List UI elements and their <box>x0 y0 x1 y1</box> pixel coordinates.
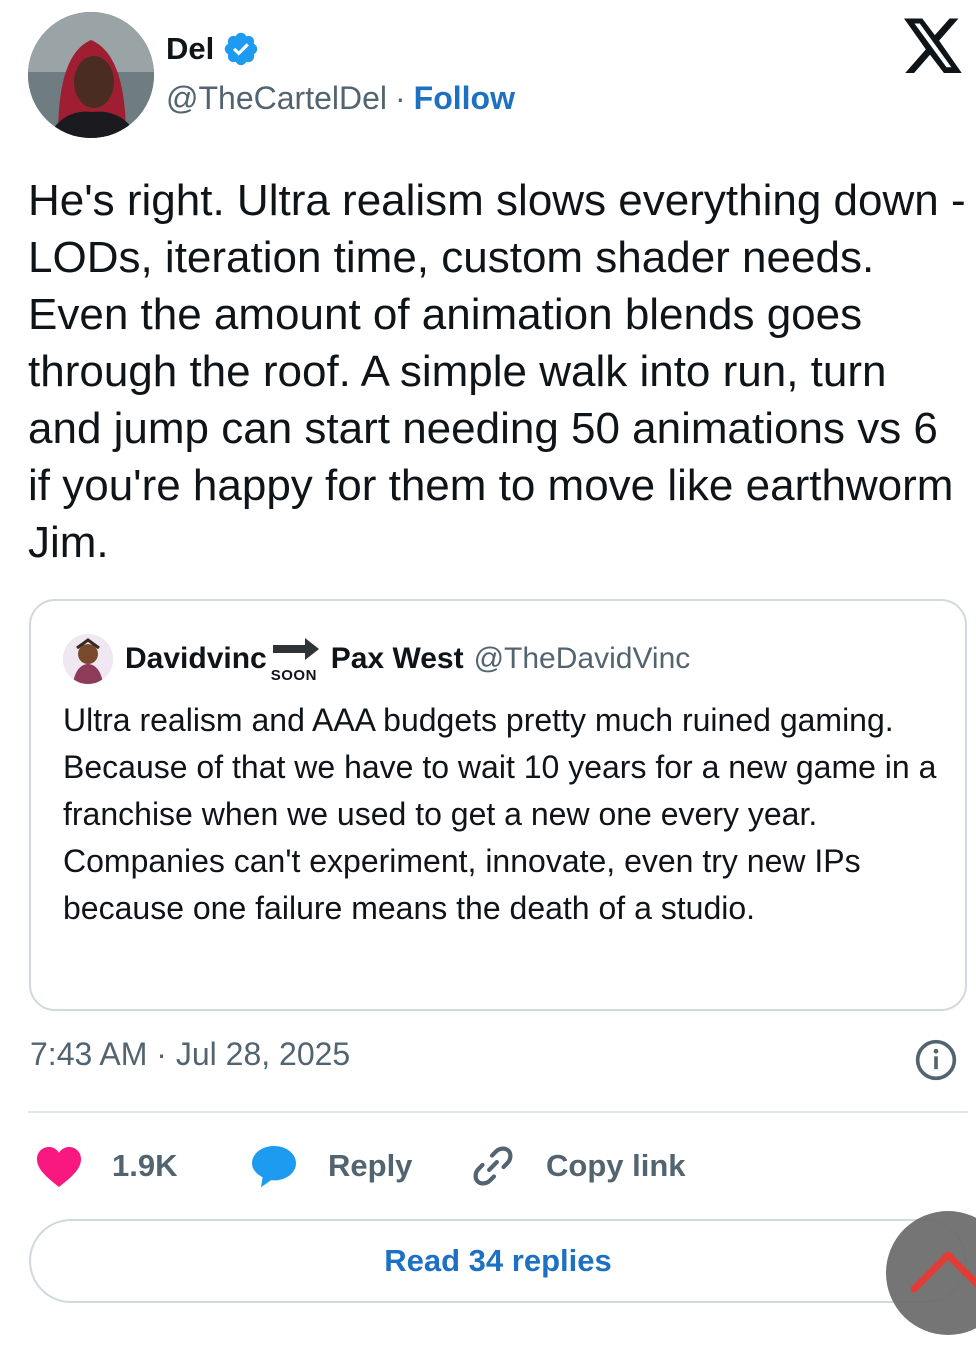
action-bar: 1.9K Reply Copy link <box>0 1132 976 1202</box>
author-handle[interactable]: @TheCartelDel <box>166 80 387 117</box>
info-icon[interactable] <box>914 1038 958 1082</box>
reply-label: Reply <box>328 1148 413 1183</box>
heart-icon <box>37 1147 81 1187</box>
quoted-tweet[interactable]: Davidvinc SOON Pax West @TheDavidVinc Ul… <box>29 599 967 1011</box>
likes-count: 1.9K <box>112 1148 178 1183</box>
tweet-timestamp[interactable]: 7:43 AM · Jul 28, 2025 <box>30 1036 350 1073</box>
quoted-author-name: Davidvinc <box>125 642 267 675</box>
follow-button[interactable]: Follow <box>414 80 515 117</box>
speech-bubble-icon <box>252 1146 296 1188</box>
verified-badge-icon <box>225 32 258 66</box>
quoted-author-handle: @TheDavidVinc <box>473 642 691 675</box>
soon-badge: SOON <box>269 634 325 684</box>
arrow-right-icon <box>272 638 319 660</box>
author-avatar[interactable] <box>28 12 154 138</box>
copy-link-label: Copy link <box>546 1148 686 1183</box>
tweet-header: Del @TheCartelDel · Follow <box>0 0 976 150</box>
quoted-author-avatar <box>63 634 113 684</box>
author-name-row: Del <box>166 30 260 68</box>
copy-link-button[interactable]: Copy link <box>470 1132 686 1200</box>
tweet-text: He's right. Ultra realism slows everythi… <box>28 176 966 567</box>
x-logo-icon[interactable] <box>904 18 964 74</box>
chevron-up-icon <box>910 1251 976 1293</box>
separator-dot: · <box>395 80 406 116</box>
author-name[interactable]: Del <box>166 31 214 67</box>
reply-button[interactable]: Reply <box>250 1132 412 1200</box>
read-replies-button[interactable]: Read 34 replies <box>29 1219 967 1303</box>
link-icon <box>473 1146 513 1186</box>
like-button[interactable]: 1.9K <box>34 1132 177 1200</box>
quoted-tweet-header: Davidvinc SOON Pax West @TheDavidVinc <box>63 631 690 687</box>
quoted-author-name-suffix: Pax West <box>330 642 464 675</box>
divider <box>28 1111 968 1113</box>
soon-label: SOON <box>270 667 317 684</box>
author-handle-row: @TheCartelDel · Follow <box>166 80 515 117</box>
quoted-tweet-text: Ultra realism and AAA budgets pretty muc… <box>63 702 937 926</box>
